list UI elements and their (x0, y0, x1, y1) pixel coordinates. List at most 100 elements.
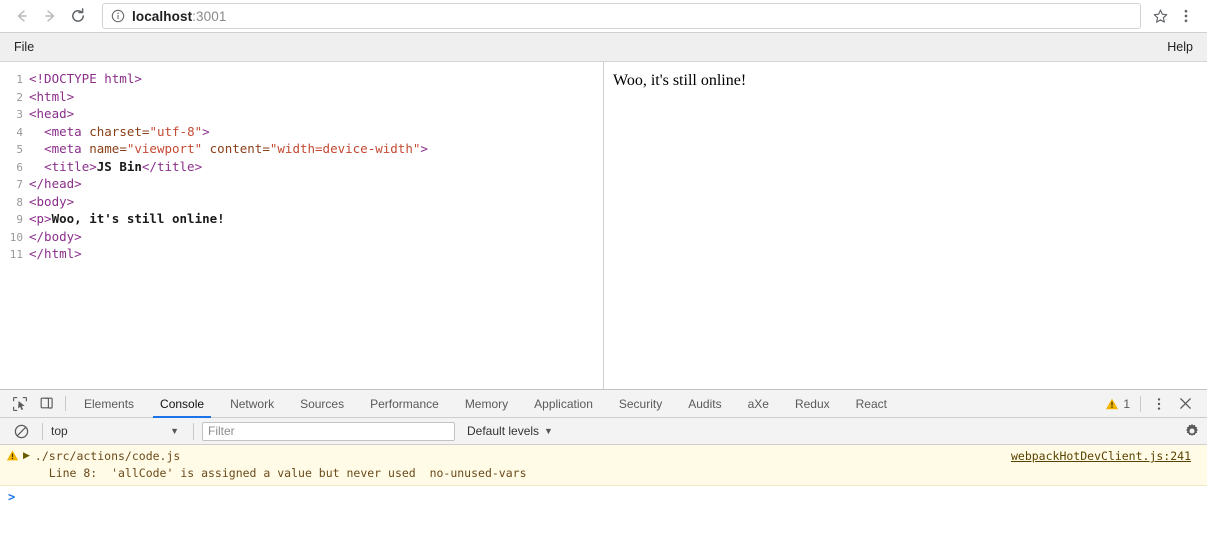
line-number: 11 (9, 248, 23, 261)
bookmark-button[interactable] (1147, 3, 1173, 29)
code-token-tag: > (202, 123, 210, 139)
code-line-content: </body> (23, 229, 82, 244)
console-filter-input[interactable] (202, 421, 455, 441)
code-token-doctype: <!DOCTYPE html> (29, 71, 142, 86)
tab-elements[interactable]: Elements (71, 390, 147, 417)
console-message-source-link[interactable]: webpackHotDevClient.js:241 (1011, 449, 1191, 463)
inspect-element-button[interactable] (6, 390, 33, 417)
code-token-tag: </title> (141, 158, 203, 174)
tab-performance[interactable]: Performance (357, 390, 452, 417)
code-token-attr: name= (89, 141, 127, 156)
address-bar[interactable]: localhost:3001 (102, 3, 1141, 29)
code-line-content: <head> (23, 106, 74, 121)
code-token-tag: <meta (44, 141, 90, 156)
code-token-tag: <p> (29, 211, 52, 226)
code-token-attr: charset= (89, 123, 150, 139)
star-icon (1153, 9, 1167, 23)
tab-sources[interactable]: Sources (287, 390, 357, 417)
site-info-icon[interactable] (111, 9, 125, 23)
forward-arrow-icon (45, 10, 55, 22)
reload-icon (72, 8, 84, 22)
chevron-down-icon: ▼ (544, 426, 553, 436)
warning-count-indicator[interactable]: 1 (1099, 397, 1136, 411)
menu-item-file[interactable]: File (11, 39, 37, 56)
code-line-content: <meta name="viewport" content="width=dev… (23, 141, 428, 156)
forward-button[interactable] (36, 2, 64, 30)
code-token-tag: </html> (29, 246, 82, 261)
kebab-menu-icon (1157, 397, 1160, 410)
chrome-menu-button[interactable] (1173, 2, 1199, 30)
tab-application[interactable]: Application (521, 390, 606, 417)
code-line[interactable]: 11 </html> (0, 246, 603, 264)
filterbar-divider-2 (193, 422, 194, 440)
device-toolbar-button[interactable] (33, 390, 60, 417)
code-line[interactable]: 2 <html> (0, 89, 603, 107)
line-number: 5 (16, 143, 23, 156)
workspace: 1 <!DOCTYPE html> 2 <html> 3 <head> 4 <meta ch… (0, 62, 1207, 389)
code-line-content: <body> (23, 194, 74, 209)
reload-button[interactable] (64, 2, 92, 30)
code-token-str: "width=device-width" (269, 141, 421, 156)
line-number: 8 (16, 195, 23, 209)
tab-security[interactable]: Security (606, 390, 675, 417)
warning-triangle-icon (6, 449, 19, 467)
console-settings-button[interactable] (1177, 423, 1207, 439)
code-line[interactable]: 5 <meta name="viewport" content="width=d… (0, 141, 603, 159)
code-line-content: <p>Woo, it's still online! (23, 211, 225, 226)
tab-react[interactable]: React (843, 390, 900, 417)
code-token-str: "viewport" (126, 141, 203, 156)
expand-triangle-icon[interactable]: ▶ (23, 450, 30, 461)
tab-console[interactable]: Console (147, 390, 217, 418)
close-icon (1180, 398, 1191, 409)
console-output[interactable]: ▶ ./src/actions/code.js Line 8: 'allCode'… (0, 445, 1207, 539)
toolbar-divider (65, 396, 66, 411)
code-token-tag: </head> (29, 176, 82, 191)
url-host: localhost (132, 8, 193, 24)
code-line-content: </head> (23, 176, 82, 191)
console-prompt-input[interactable] (21, 490, 1199, 504)
code-line[interactable]: 1 <!DOCTYPE html> (0, 71, 603, 89)
console-levels-selector[interactable]: Default levels ▼ (467, 424, 553, 438)
console-filter-bar: top ▼ Default levels ▼ (0, 418, 1207, 445)
code-line-content: </html> (23, 246, 82, 261)
code-token-attr: content= (209, 141, 270, 156)
tab-audits[interactable]: Audits (675, 390, 734, 417)
line-number: 1 (16, 73, 23, 86)
tab-network[interactable]: Network (217, 390, 287, 417)
code-line[interactable]: 6 <title>JS Bin</title> (0, 159, 603, 177)
gear-icon (1185, 423, 1199, 437)
clear-console-button[interactable] (8, 424, 34, 439)
devtools-close-button[interactable] (1172, 396, 1199, 411)
code-line-content: <title>JS Bin</title> (23, 159, 202, 174)
code-line[interactable]: 9 <p>Woo, it's still online! (0, 211, 603, 229)
toolbar-divider-2 (1140, 395, 1141, 412)
tab-memory[interactable]: Memory (452, 390, 521, 417)
line-number: 3 (16, 108, 23, 121)
console-context-selector[interactable]: top ▼ (51, 424, 185, 438)
device-toggle-icon (40, 397, 53, 409)
tab-redux[interactable]: Redux (782, 390, 843, 417)
code-line[interactable]: 10 </body> (0, 229, 603, 247)
code-token-tag: > (420, 141, 428, 156)
kebab-menu-icon (1184, 9, 1188, 23)
line-number: 2 (16, 90, 23, 104)
menu-item-help[interactable]: Help (1164, 39, 1196, 56)
code-line[interactable]: 7 </head> (0, 176, 603, 194)
code-line[interactable]: 3 <head> (0, 106, 603, 124)
back-button[interactable] (8, 2, 36, 30)
code-line-content: <html> (23, 89, 74, 104)
tab-axe[interactable]: aXe (735, 390, 782, 417)
console-prompt-row[interactable]: > (0, 486, 1207, 508)
code-token-str: "utf-8" (149, 123, 203, 139)
line-number: 6 (16, 160, 23, 174)
code-line[interactable]: 4 <meta charset="utf-8"> (0, 124, 603, 142)
console-message-warning[interactable]: ▶ ./src/actions/code.js Line 8: 'allCode'… (0, 445, 1207, 487)
devtools-more-button[interactable] (1145, 396, 1172, 412)
code-editor[interactable]: 1 <!DOCTYPE html> 2 <html> 3 <head> 4 <meta ch… (0, 62, 604, 389)
app-menubar: File Help (0, 33, 1207, 62)
code-line[interactable]: 8 <body> (0, 194, 603, 212)
info-circle-icon (111, 9, 125, 23)
code-token-tag: </body> (29, 228, 82, 244)
